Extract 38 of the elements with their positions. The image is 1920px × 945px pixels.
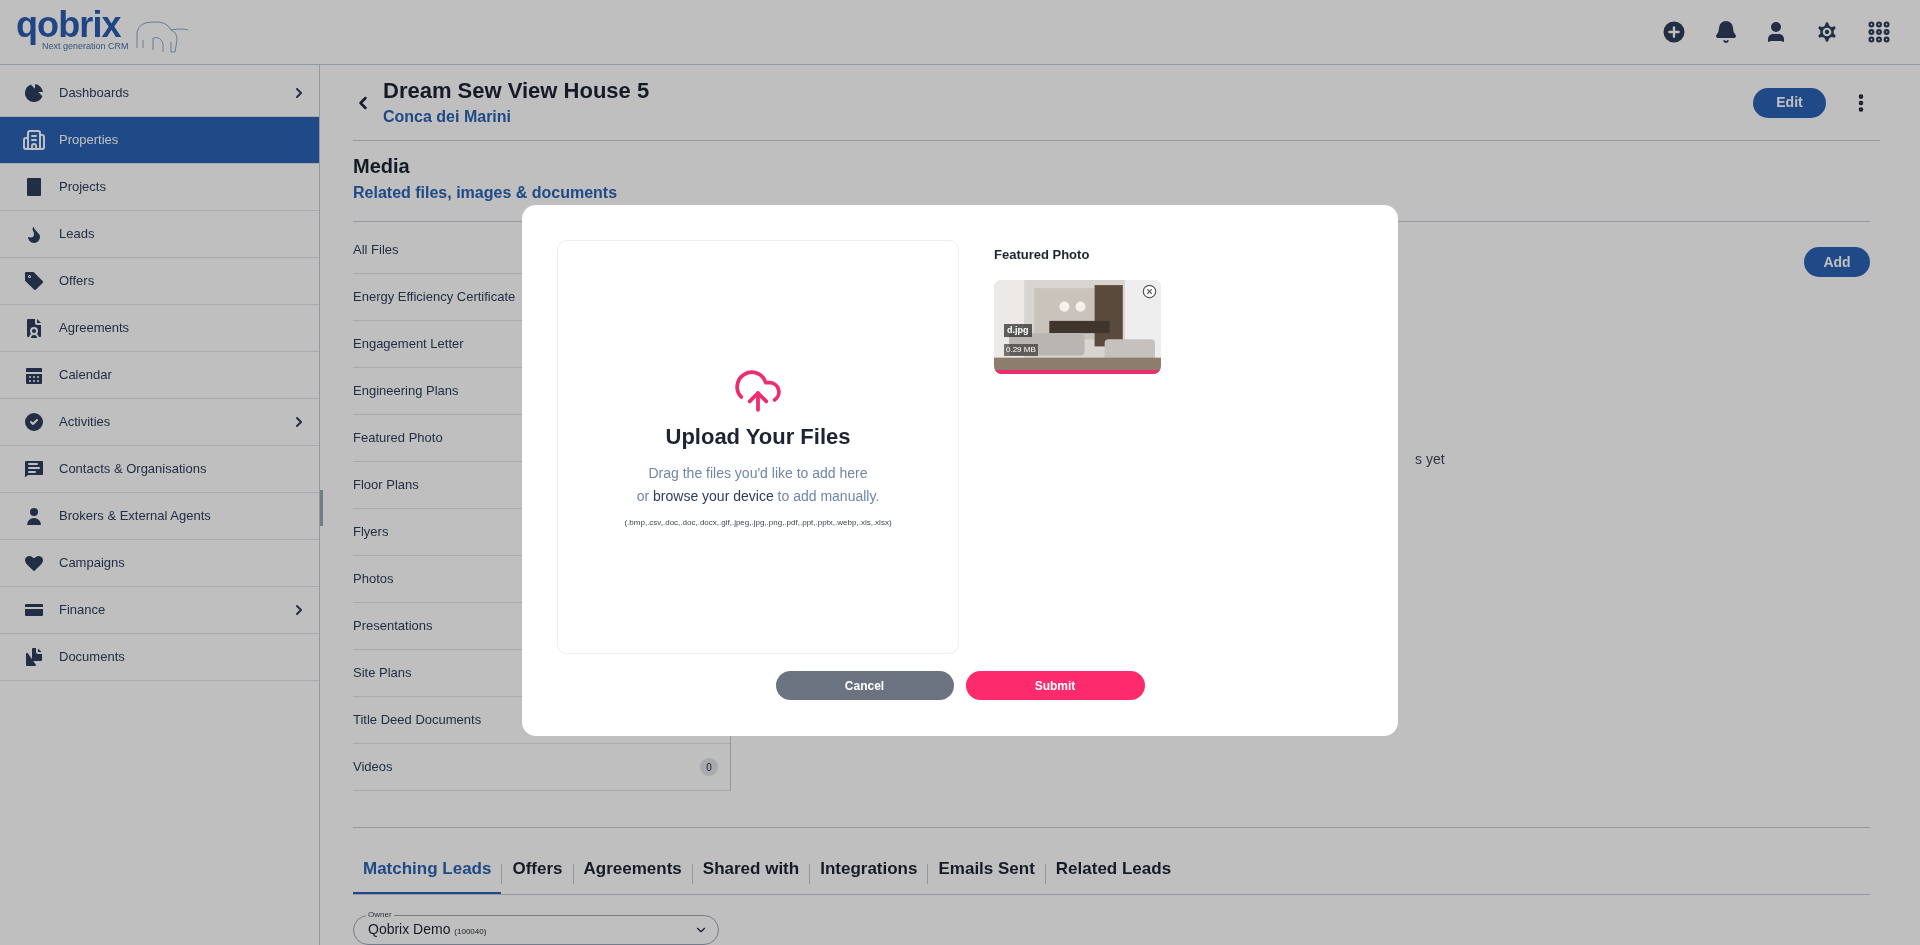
edit-button[interactable]: Edit	[1753, 87, 1826, 118]
section-title: Featured Photo	[994, 246, 1091, 264]
cancel-button[interactable]: Cancel	[775, 671, 954, 700]
sidebar-item[interactable]: Properties	[0, 117, 319, 164]
sidebar-item[interactable]: Documents	[0, 634, 319, 681]
section-title: Media	[353, 154, 411, 179]
upload-instructions: Drag the files you'd like to add here	[648, 463, 868, 483]
sidebar-item[interactable]: Finance	[0, 587, 319, 634]
sidebar-item[interactable]: Activities	[0, 399, 319, 446]
section-subtitle: Related files, images & documents	[353, 183, 619, 203]
record-title: Dream Sew View House 5	[383, 76, 651, 105]
upload-title: Upload Your Files	[665, 422, 851, 451]
sidebar-item[interactable]: Offers	[0, 258, 319, 305]
sidebar-item[interactable]: Brokers & External Agents	[0, 493, 319, 540]
tab[interactable]: Offers	[502, 854, 573, 894]
browse-link[interactable]: browse your device	[653, 487, 774, 504]
add-button[interactable]: Add	[1804, 247, 1870, 277]
sidebar-item[interactable]: Contacts & Organisations	[0, 446, 319, 493]
submit-button[interactable]: Submit	[965, 671, 1145, 700]
sidebar-item[interactable]: Calendar	[0, 352, 319, 399]
category-item[interactable]: Videos 0	[353, 744, 730, 791]
tab[interactable]: Matching Leads	[353, 854, 502, 894]
sidebar-item[interactable]: Agreements	[0, 305, 319, 352]
upload-instructions: or browse your device to add manually.	[636, 486, 880, 506]
record-subtitle: Conca dei Marini	[383, 106, 513, 127]
count-badge: 0	[700, 758, 718, 776]
sidebar-item[interactable]: Campaigns	[0, 540, 319, 587]
tab[interactable]: Shared with	[692, 854, 810, 894]
tab[interactable]: Integrations	[810, 854, 928, 894]
tab[interactable]: Related Leads	[1045, 854, 1182, 894]
tab[interactable]: Emails Sent	[928, 854, 1045, 894]
drop-zone[interactable]: Upload Your Files Drag the files you'd like to add here or browse your device to add manually. (.bmp,.csv,.doc,.doc,.docx,.gif,.jpeg,.jpg,.png,.pdf,.ppt,.pptx,.webp,.xls,.xlsx)	[557, 240, 959, 654]
sidebar-item[interactable]: Projects	[0, 164, 319, 211]
empty-state-text: s yet	[1415, 451, 1445, 467]
tab[interactable]: Agreements	[573, 854, 692, 894]
file-size: 0.29 MB	[1004, 343, 1038, 356]
file-formats: (.bmp,.csv,.doc,.doc,.docx,.gif,.jpeg,.jpg,.png,.pdf,.ppt,.pptx,.webp,.xls,.xlsx)	[624, 516, 892, 529]
sidebar-item[interactable]: Leads	[0, 211, 319, 258]
